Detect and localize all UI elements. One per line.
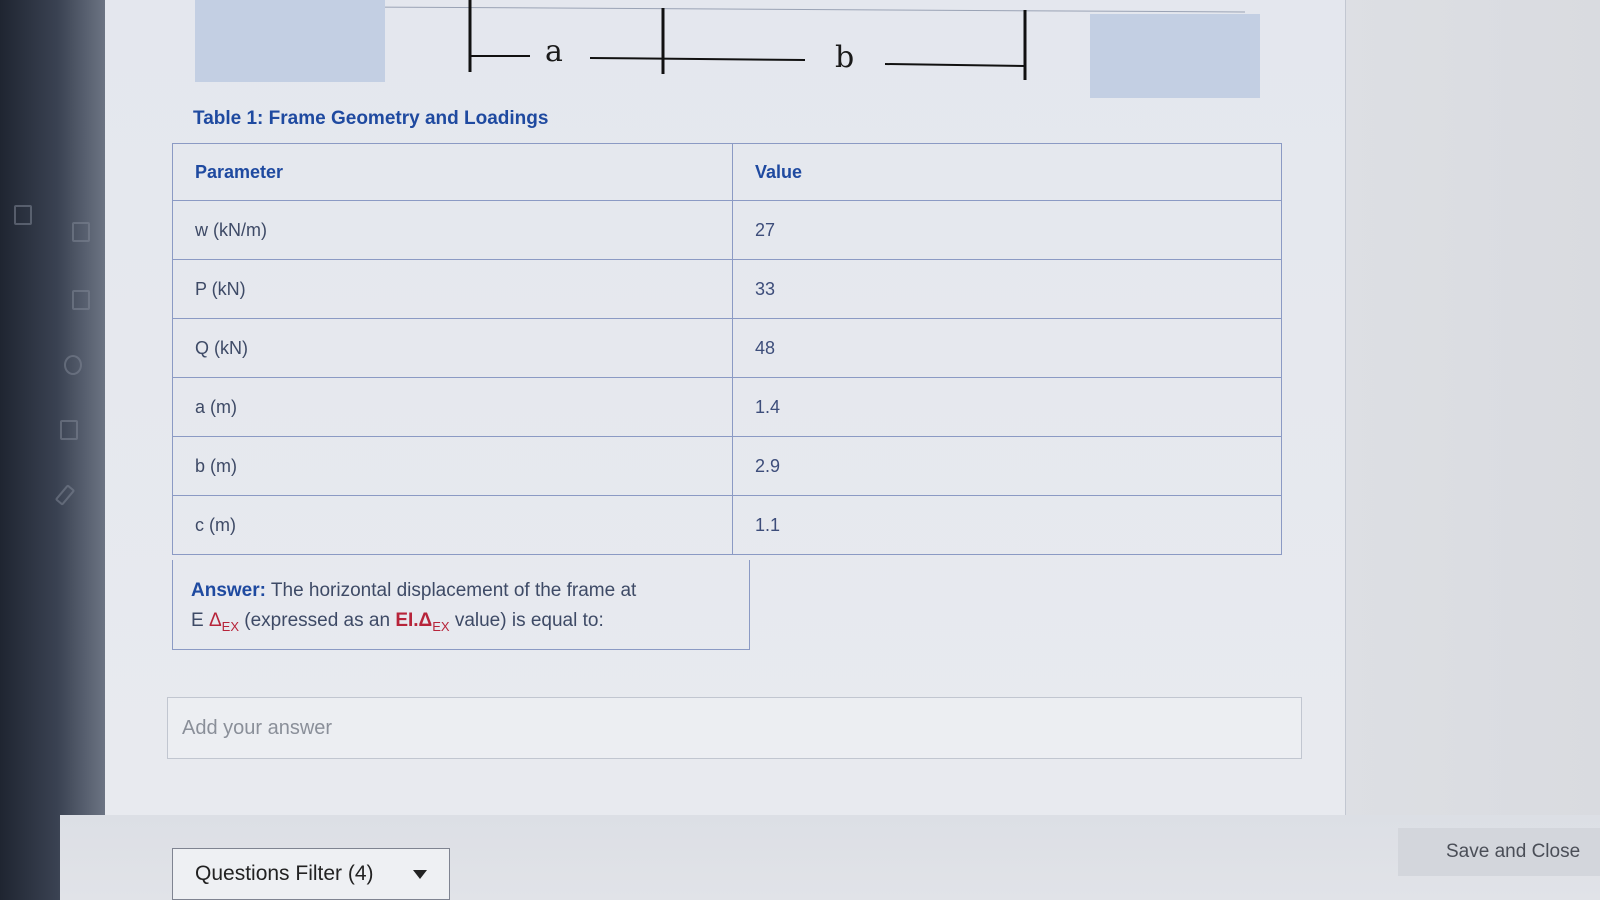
param-cell: w (kN/m): [172, 200, 733, 260]
prompt-prefix: E: [191, 610, 209, 631]
value-cell: 1.1: [732, 495, 1282, 555]
diagram-shade-left: [195, 0, 385, 82]
param-cell: P (kN): [172, 259, 733, 319]
book-icon[interactable]: [60, 420, 78, 440]
param-cell: b (m): [172, 436, 733, 496]
value-cell: 2.9: [732, 436, 1282, 496]
header-parameter: Parameter: [172, 143, 733, 201]
calendar-icon[interactable]: [72, 290, 90, 310]
delta-symbol: Δ: [208, 610, 222, 631]
prompt-text-1: The horizontal displacement of the frame…: [265, 580, 637, 601]
value-cell: 48: [732, 318, 1282, 378]
value-cell: 33: [732, 259, 1282, 319]
value-cell: 1.4: [732, 377, 1282, 437]
question-prompt: Answer: The horizontal displacement of t…: [172, 560, 750, 650]
table-row: a (m) 1.4: [172, 377, 1282, 437]
answer-input[interactable]: [167, 697, 1302, 759]
table-caption: Table 1: Frame Geometry and Loadings: [193, 108, 549, 129]
prompt-text-2: (expressed as an: [239, 610, 396, 631]
dimension-a-label: a: [545, 34, 563, 69]
document-icon[interactable]: [72, 222, 90, 242]
diagram-shade-right: [1090, 14, 1260, 98]
grid-icon[interactable]: [14, 205, 32, 225]
caret-down-icon: [413, 869, 427, 879]
questions-filter-label: Questions Filter (4): [195, 862, 374, 885]
ei-delta-subscript: EX: [432, 618, 450, 634]
table-row: P (kN) 33: [172, 259, 1282, 319]
param-cell: a (m): [172, 377, 733, 437]
answer-lead: Answer:: [191, 580, 266, 601]
header-value: Value: [732, 143, 1282, 201]
frame-diagram: a b: [194, 0, 1265, 100]
save-and-close-button[interactable]: Save and Close: [1398, 828, 1600, 876]
dimension-b-label: b: [835, 40, 855, 75]
person-icon[interactable]: [64, 355, 82, 375]
ei-delta-symbol: EI.Δ: [395, 610, 433, 631]
table-row: c (m) 1.1: [172, 495, 1282, 555]
table-row: Q (kN) 48: [172, 318, 1282, 378]
table-row: b (m) 2.9: [172, 436, 1282, 496]
param-cell: c (m): [172, 495, 733, 555]
screen: a b Table 1: Frame Geometry and Loadings…: [0, 0, 1600, 900]
delta-subscript: EX: [221, 618, 239, 634]
questions-filter-dropdown[interactable]: Questions Filter (4): [172, 848, 450, 900]
value-cell: 27: [732, 200, 1282, 260]
prompt-text-3: value) is equal to:: [449, 610, 604, 631]
param-cell: Q (kN): [172, 318, 733, 378]
table-header-row: Parameter Value: [172, 143, 1282, 201]
parameters-table: Parameter Value w (kN/m) 27 P (kN) 33 Q …: [172, 143, 1282, 555]
table-row: w (kN/m) 27: [172, 200, 1282, 260]
left-rail: [0, 0, 105, 900]
pen-icon[interactable]: [54, 484, 76, 506]
